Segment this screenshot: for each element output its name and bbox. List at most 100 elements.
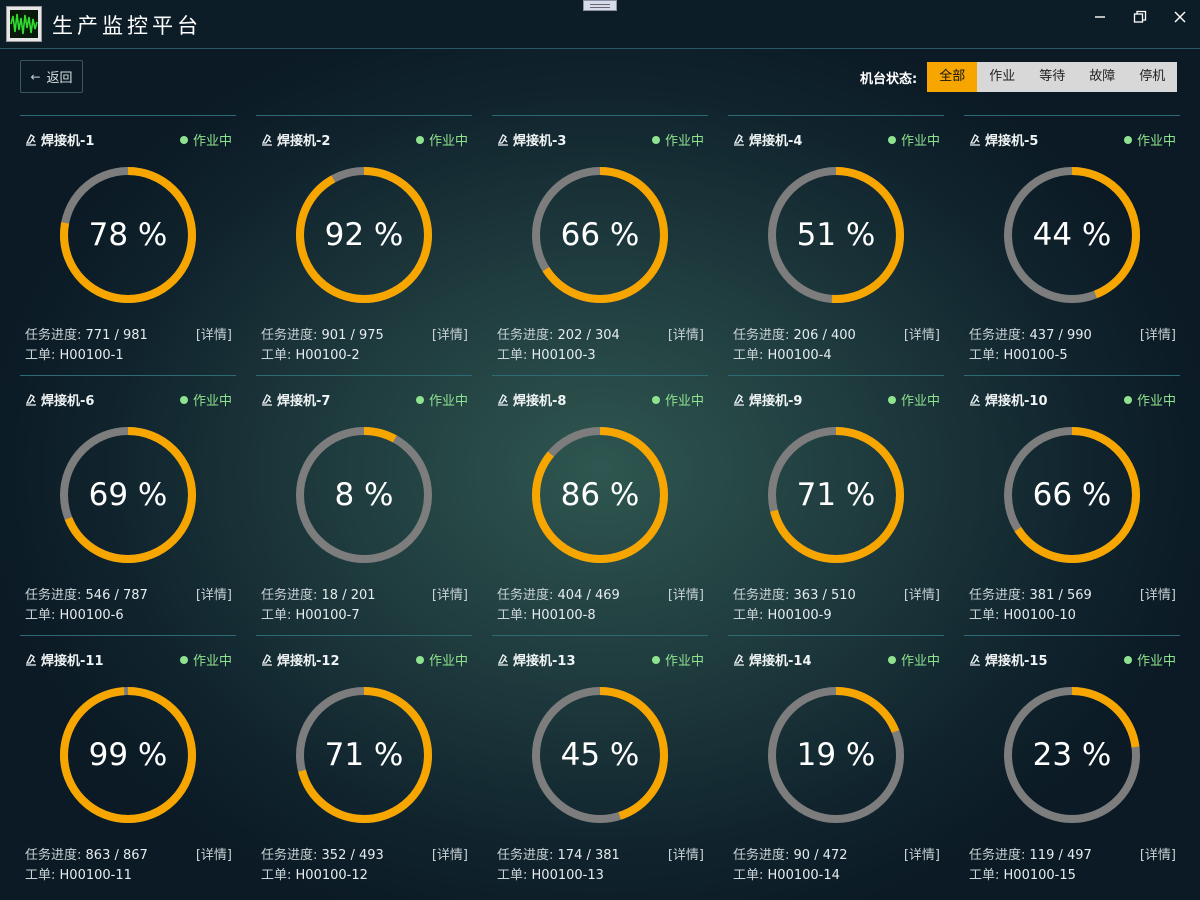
detail-link[interactable]: [详情] (1140, 324, 1176, 343)
detail-link[interactable]: [详情] (432, 584, 468, 603)
task-progress-value: 18 / 201 (321, 588, 376, 603)
machine-name-label: 焊接机-3 (513, 134, 567, 149)
machine-name-label: 焊接机-4 (749, 134, 803, 149)
machine-card-header: 焊接机-2 作业中 (260, 130, 468, 149)
work-order-value: H00100-13 (531, 868, 604, 883)
drag-handle[interactable] (583, 0, 617, 11)
task-progress-key: 任务进度: (261, 328, 318, 343)
machine-card-header: 焊接机-4 作业中 (732, 130, 940, 149)
machine-status: 作业中 (651, 390, 704, 409)
work-order: 工单: H00100-14 (733, 864, 840, 883)
progress-ring: 23 % (1002, 685, 1142, 825)
machine-name: 焊接机-2 (260, 130, 330, 149)
detail-link[interactable]: [详情] (904, 844, 940, 863)
progress-percent: 23 % (1032, 737, 1112, 773)
filter-option-4[interactable]: 停机 (1127, 62, 1177, 92)
work-order-value: H00100-1 (59, 348, 124, 363)
filter-option-3[interactable]: 故障 (1077, 62, 1127, 92)
status-dot-icon (179, 655, 188, 664)
back-button[interactable]: ← 返回 (20, 60, 83, 93)
work-order-key: 工单: (733, 348, 764, 363)
status-dot-icon (1123, 655, 1132, 664)
progress-ring: 19 % (766, 685, 906, 825)
work-order-key: 工单: (497, 608, 528, 623)
welding-icon (25, 393, 36, 406)
detail-link[interactable]: [详情] (904, 324, 940, 343)
machine-card: 焊接机-2 作业中 92 % 任务进度: 901 / 975 [详情] 工单: … (256, 115, 472, 363)
detail-link[interactable]: [详情] (1140, 844, 1176, 863)
status-dot-icon (415, 135, 424, 144)
machine-card-header: 焊接机-14 作业中 (732, 650, 940, 669)
status-dot-icon (415, 395, 424, 404)
arrow-left-icon: ← (30, 69, 41, 84)
work-order-value: H00100-7 (295, 608, 360, 623)
machine-status-label: 作业中 (900, 394, 940, 409)
machine-status-label: 作业中 (664, 654, 704, 669)
detail-link[interactable]: [详情] (196, 324, 232, 343)
task-progress: 任务进度: 901 / 975 (261, 324, 384, 343)
machine-card-header: 焊接机-7 作业中 (260, 390, 468, 409)
close-icon (1174, 11, 1186, 23)
title-bar: 生产监控平台 (0, 0, 1200, 49)
progress-percent: 51 % (796, 217, 876, 253)
task-progress-value: 437 / 990 (1029, 328, 1092, 343)
machine-name: 焊接机-13 (496, 650, 576, 669)
filter-option-2[interactable]: 等待 (1027, 62, 1077, 92)
status-filter-label: 机台状态: (860, 71, 918, 87)
minimize-button[interactable] (1087, 8, 1113, 30)
machine-name: 焊接机-12 (260, 650, 340, 669)
work-order-value: H00100-4 (767, 348, 832, 363)
work-order: 工单: H00100-13 (497, 864, 604, 883)
progress-ring: 66 % (530, 165, 670, 305)
task-progress: 任务进度: 90 / 472 (733, 844, 848, 863)
work-order-key: 工单: (25, 608, 56, 623)
task-progress-key: 任务进度: (969, 848, 1026, 863)
work-order: 工单: H00100-10 (969, 604, 1076, 623)
machine-status-label: 作业中 (192, 134, 232, 149)
welding-icon (733, 653, 744, 666)
machine-name-label: 焊接机-11 (41, 654, 104, 669)
machine-name: 焊接机-7 (260, 390, 330, 409)
machine-card-header: 焊接机-11 作业中 (24, 650, 232, 669)
machine-status: 作业中 (179, 130, 232, 149)
machine-status-label: 作业中 (900, 134, 940, 149)
welding-icon (733, 393, 744, 406)
progress-ring: 45 % (530, 685, 670, 825)
detail-link[interactable]: [详情] (432, 844, 468, 863)
machine-name-label: 焊接机-12 (277, 654, 340, 669)
restore-button[interactable] (1127, 8, 1153, 30)
task-progress-key: 任务进度: (25, 848, 82, 863)
detail-link[interactable]: [详情] (668, 584, 704, 603)
detail-link[interactable]: [详情] (432, 324, 468, 343)
work-order: 工单: H00100-6 (25, 604, 124, 623)
welding-icon (261, 653, 272, 666)
status-dot-icon (651, 395, 660, 404)
detail-link[interactable]: [详情] (904, 584, 940, 603)
machine-card: 焊接机-6 作业中 69 % 任务进度: 546 / 787 [详情] 工单: … (20, 375, 236, 623)
detail-link[interactable]: [详情] (196, 584, 232, 603)
welding-icon (25, 133, 36, 146)
filter-option-1[interactable]: 作业 (977, 62, 1027, 92)
welding-icon (25, 653, 36, 666)
machine-status-label: 作业中 (1136, 654, 1176, 669)
task-progress-key: 任务进度: (969, 588, 1026, 603)
detail-link[interactable]: [详情] (668, 324, 704, 343)
task-progress: 任务进度: 771 / 981 (25, 324, 148, 343)
machine-status: 作业中 (887, 390, 940, 409)
work-order-key: 工单: (261, 608, 292, 623)
machine-card: 焊接机-9 作业中 71 % 任务进度: 363 / 510 [详情] 工单: … (728, 375, 944, 623)
detail-link[interactable]: [详情] (1140, 584, 1176, 603)
progress-ring: 66 % (1002, 425, 1142, 565)
machine-status: 作业中 (415, 130, 468, 149)
close-button[interactable] (1167, 8, 1193, 30)
machine-name-label: 焊接机-2 (277, 134, 331, 149)
detail-link[interactable]: [详情] (668, 844, 704, 863)
task-progress-key: 任务进度: (969, 328, 1026, 343)
machine-status-filter: 机台状态: 全部 作业 等待 故障 停机 (860, 62, 1178, 92)
detail-link[interactable]: [详情] (196, 844, 232, 863)
welding-icon (261, 393, 272, 406)
filter-option-0[interactable]: 全部 (927, 62, 978, 92)
machine-card: 焊接机-15 作业中 23 % 任务进度: 119 / 497 [详情] 工单:… (964, 635, 1180, 883)
back-label: 返回 (46, 71, 73, 86)
work-order: 工单: H00100-11 (25, 864, 132, 883)
